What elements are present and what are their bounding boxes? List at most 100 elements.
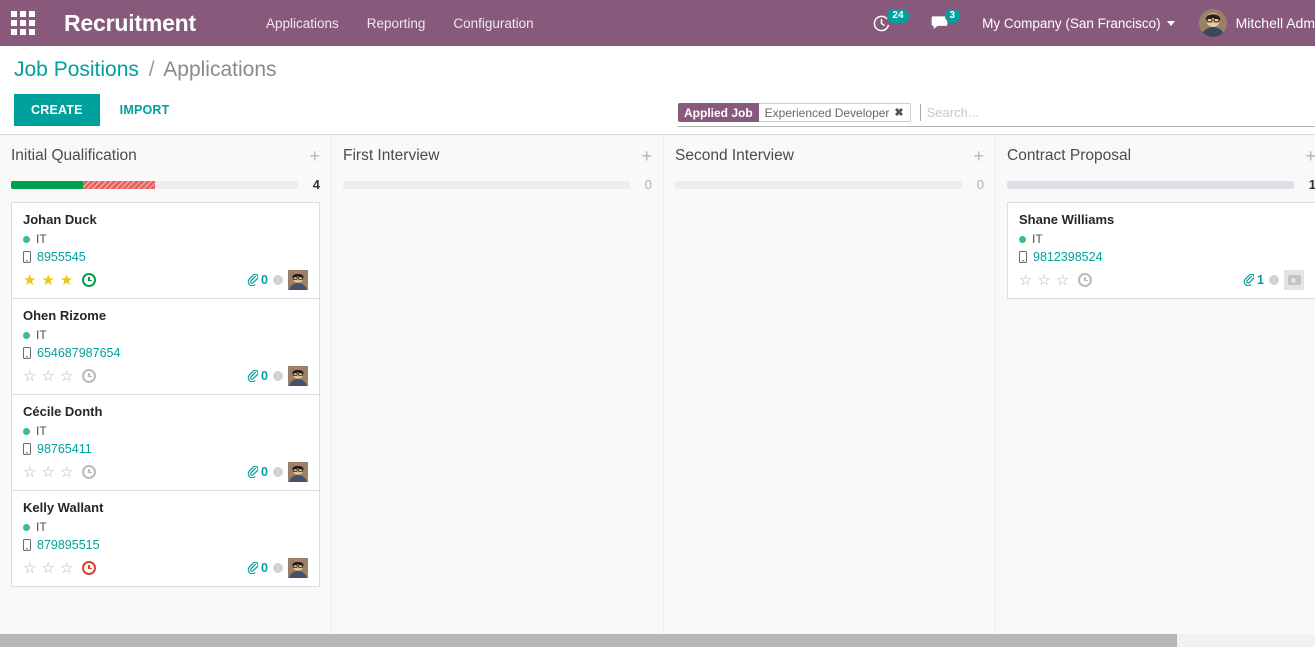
activity-clock-icon[interactable]: [1078, 273, 1093, 287]
phone-number: 98765411: [37, 442, 92, 456]
status-dot-icon: [23, 235, 30, 243]
scrollbar-thumb[interactable]: [0, 634, 1177, 647]
kanban-color-dot-icon[interactable]: [273, 371, 283, 381]
paperclip-icon: [1243, 274, 1255, 286]
applicant-name: Shane Williams: [1019, 212, 1115, 227]
search-area: Applied Job Experienced Developer ✖: [678, 102, 1315, 127]
star-icon[interactable]: ★: [60, 273, 73, 288]
star-icon[interactable]: ★: [41, 273, 54, 288]
star-icon[interactable]: ☆: [60, 369, 73, 384]
star-icon[interactable]: ☆: [23, 369, 36, 384]
star-icon[interactable]: ☆: [60, 465, 73, 480]
plus-icon[interactable]: +: [641, 147, 652, 165]
progress-segment-green[interactable]: [11, 180, 83, 189]
priority-stars[interactable]: ☆ ☆ ☆: [23, 369, 97, 384]
activity-clock-icon[interactable]: [82, 369, 97, 383]
applicant-department: IT: [23, 424, 308, 438]
top-navbar: Recruitment Applications Reporting Confi…: [0, 0, 1315, 46]
star-icon[interactable]: ☆: [1019, 273, 1032, 288]
apps-menu-button[interactable]: [0, 0, 46, 46]
kanban-card[interactable]: Johan Duck IT 8955545 ★ ★ ★ 0: [12, 203, 319, 299]
star-icon[interactable]: ☆: [23, 561, 36, 576]
status-dot-icon: [23, 331, 30, 339]
kanban-color-dot-icon[interactable]: [273, 275, 283, 285]
star-icon[interactable]: ☆: [1056, 273, 1069, 288]
menu-item-applications[interactable]: Applications: [252, 10, 353, 37]
star-icon[interactable]: ☆: [1037, 273, 1050, 288]
paperclip-icon: [247, 274, 259, 286]
facet-value: Experienced Developer: [764, 105, 890, 120]
search-facet-applied-job[interactable]: Applied Job Experienced Developer ✖: [678, 103, 911, 122]
attachment-count: 0: [261, 369, 268, 383]
activity-menu-button[interactable]: 24: [873, 9, 909, 32]
activity-clock-icon[interactable]: [82, 465, 97, 479]
plus-icon[interactable]: +: [1305, 147, 1315, 165]
breadcrumb-job-positions[interactable]: Job Positions: [14, 58, 139, 81]
kanban-card[interactable]: Ohen Rizome IT 654687987654 ☆ ☆ ☆ 0: [12, 299, 319, 395]
column-progressbar[interactable]: [343, 180, 630, 189]
column-header: First Interview + 0: [343, 135, 652, 192]
column-title-row: Contract Proposal +: [1007, 147, 1315, 165]
messages-menu-button[interactable]: 3: [931, 9, 961, 31]
kanban-column: Second Interview + 0: [664, 135, 996, 647]
star-icon[interactable]: ☆: [60, 561, 73, 576]
applicant-phone[interactable]: 9812398524: [1019, 250, 1304, 264]
avatar: [288, 270, 308, 290]
kanban-card[interactable]: Cécile Donth IT 98765411 ☆ ☆ ☆ 0: [12, 395, 319, 491]
column-progressbar[interactable]: [11, 180, 298, 189]
kanban-color-dot-icon[interactable]: [1269, 275, 1279, 285]
priority-stars[interactable]: ☆ ☆ ☆: [1019, 273, 1093, 288]
column-header: Contract Proposal + 1: [1007, 135, 1315, 192]
horizontal-scrollbar[interactable]: [0, 634, 1315, 647]
main-menu: Applications Reporting Configuration: [252, 10, 548, 37]
status-dot-icon: [23, 427, 30, 435]
kanban-color-dot-icon[interactable]: [273, 563, 283, 573]
kanban-color-dot-icon[interactable]: [273, 467, 283, 477]
star-icon[interactable]: ☆: [23, 465, 36, 480]
close-x-icon[interactable]: ✖: [894, 106, 903, 119]
navbar-right-section: 24 3 My Company (San Francisco) Mitchell…: [873, 0, 1315, 46]
menu-item-configuration[interactable]: Configuration: [439, 10, 547, 37]
column-title: Contract Proposal: [1007, 147, 1132, 164]
plus-icon[interactable]: +: [973, 147, 984, 165]
priority-stars[interactable]: ★ ★ ★: [23, 273, 97, 288]
mobile-phone-icon: [1019, 251, 1027, 263]
applicant-phone[interactable]: 654687987654: [23, 346, 308, 360]
status-dot-icon: [1019, 235, 1026, 243]
breadcrumb-current: Applications: [163, 58, 277, 81]
star-icon[interactable]: ☆: [41, 561, 54, 576]
create-button[interactable]: CREATE: [14, 94, 100, 126]
breadcrumb-separator: /: [148, 58, 155, 81]
activity-clock-icon[interactable]: [82, 273, 97, 287]
user-avatar-image: [1198, 9, 1227, 37]
progress-segment-red[interactable]: [82, 180, 155, 189]
column-progressbar[interactable]: [675, 180, 962, 189]
import-button[interactable]: IMPORT: [108, 94, 182, 126]
star-icon[interactable]: ☆: [41, 465, 54, 480]
applicant-phone[interactable]: 98765411: [23, 442, 308, 456]
company-selector[interactable]: My Company (San Francisco): [982, 16, 1175, 31]
mobile-phone-icon: [23, 347, 31, 359]
menu-item-reporting[interactable]: Reporting: [353, 10, 440, 37]
column-progressbar[interactable]: [1007, 180, 1294, 189]
plus-icon[interactable]: +: [309, 147, 320, 165]
user-menu[interactable]: Mitchell Adm: [1198, 9, 1315, 37]
activity-clock-icon[interactable]: [82, 561, 97, 575]
applicant-phone[interactable]: 879895515: [23, 538, 308, 552]
priority-stars[interactable]: ☆ ☆ ☆: [23, 561, 97, 576]
kanban-card[interactable]: Kelly Wallant IT 879895515 ☆ ☆ ☆ 0: [12, 491, 319, 586]
applicant-phone[interactable]: 8955545: [23, 250, 308, 264]
star-icon[interactable]: ★: [23, 273, 36, 288]
attachment-count: 1: [1257, 273, 1264, 287]
search-input[interactable]: [919, 104, 1315, 121]
kanban-card[interactable]: Shane Williams IT 9812398524 ☆ ☆ ☆ 1: [1008, 203, 1315, 298]
star-icon[interactable]: ☆: [41, 369, 54, 384]
attachment-count: 0: [261, 273, 268, 287]
kanban-column: Contract Proposal + 1 Shane Williams IT: [996, 135, 1315, 647]
priority-stars[interactable]: ☆ ☆ ☆: [23, 465, 97, 480]
card-footer: ☆ ☆ ☆ 0: [23, 462, 308, 482]
search-box[interactable]: Applied Job Experienced Developer ✖: [678, 102, 1315, 127]
column-header: Second Interview + 0: [675, 135, 984, 192]
applicant-name: Cécile Donth: [23, 404, 103, 419]
column-record-count: 1: [1308, 177, 1315, 192]
